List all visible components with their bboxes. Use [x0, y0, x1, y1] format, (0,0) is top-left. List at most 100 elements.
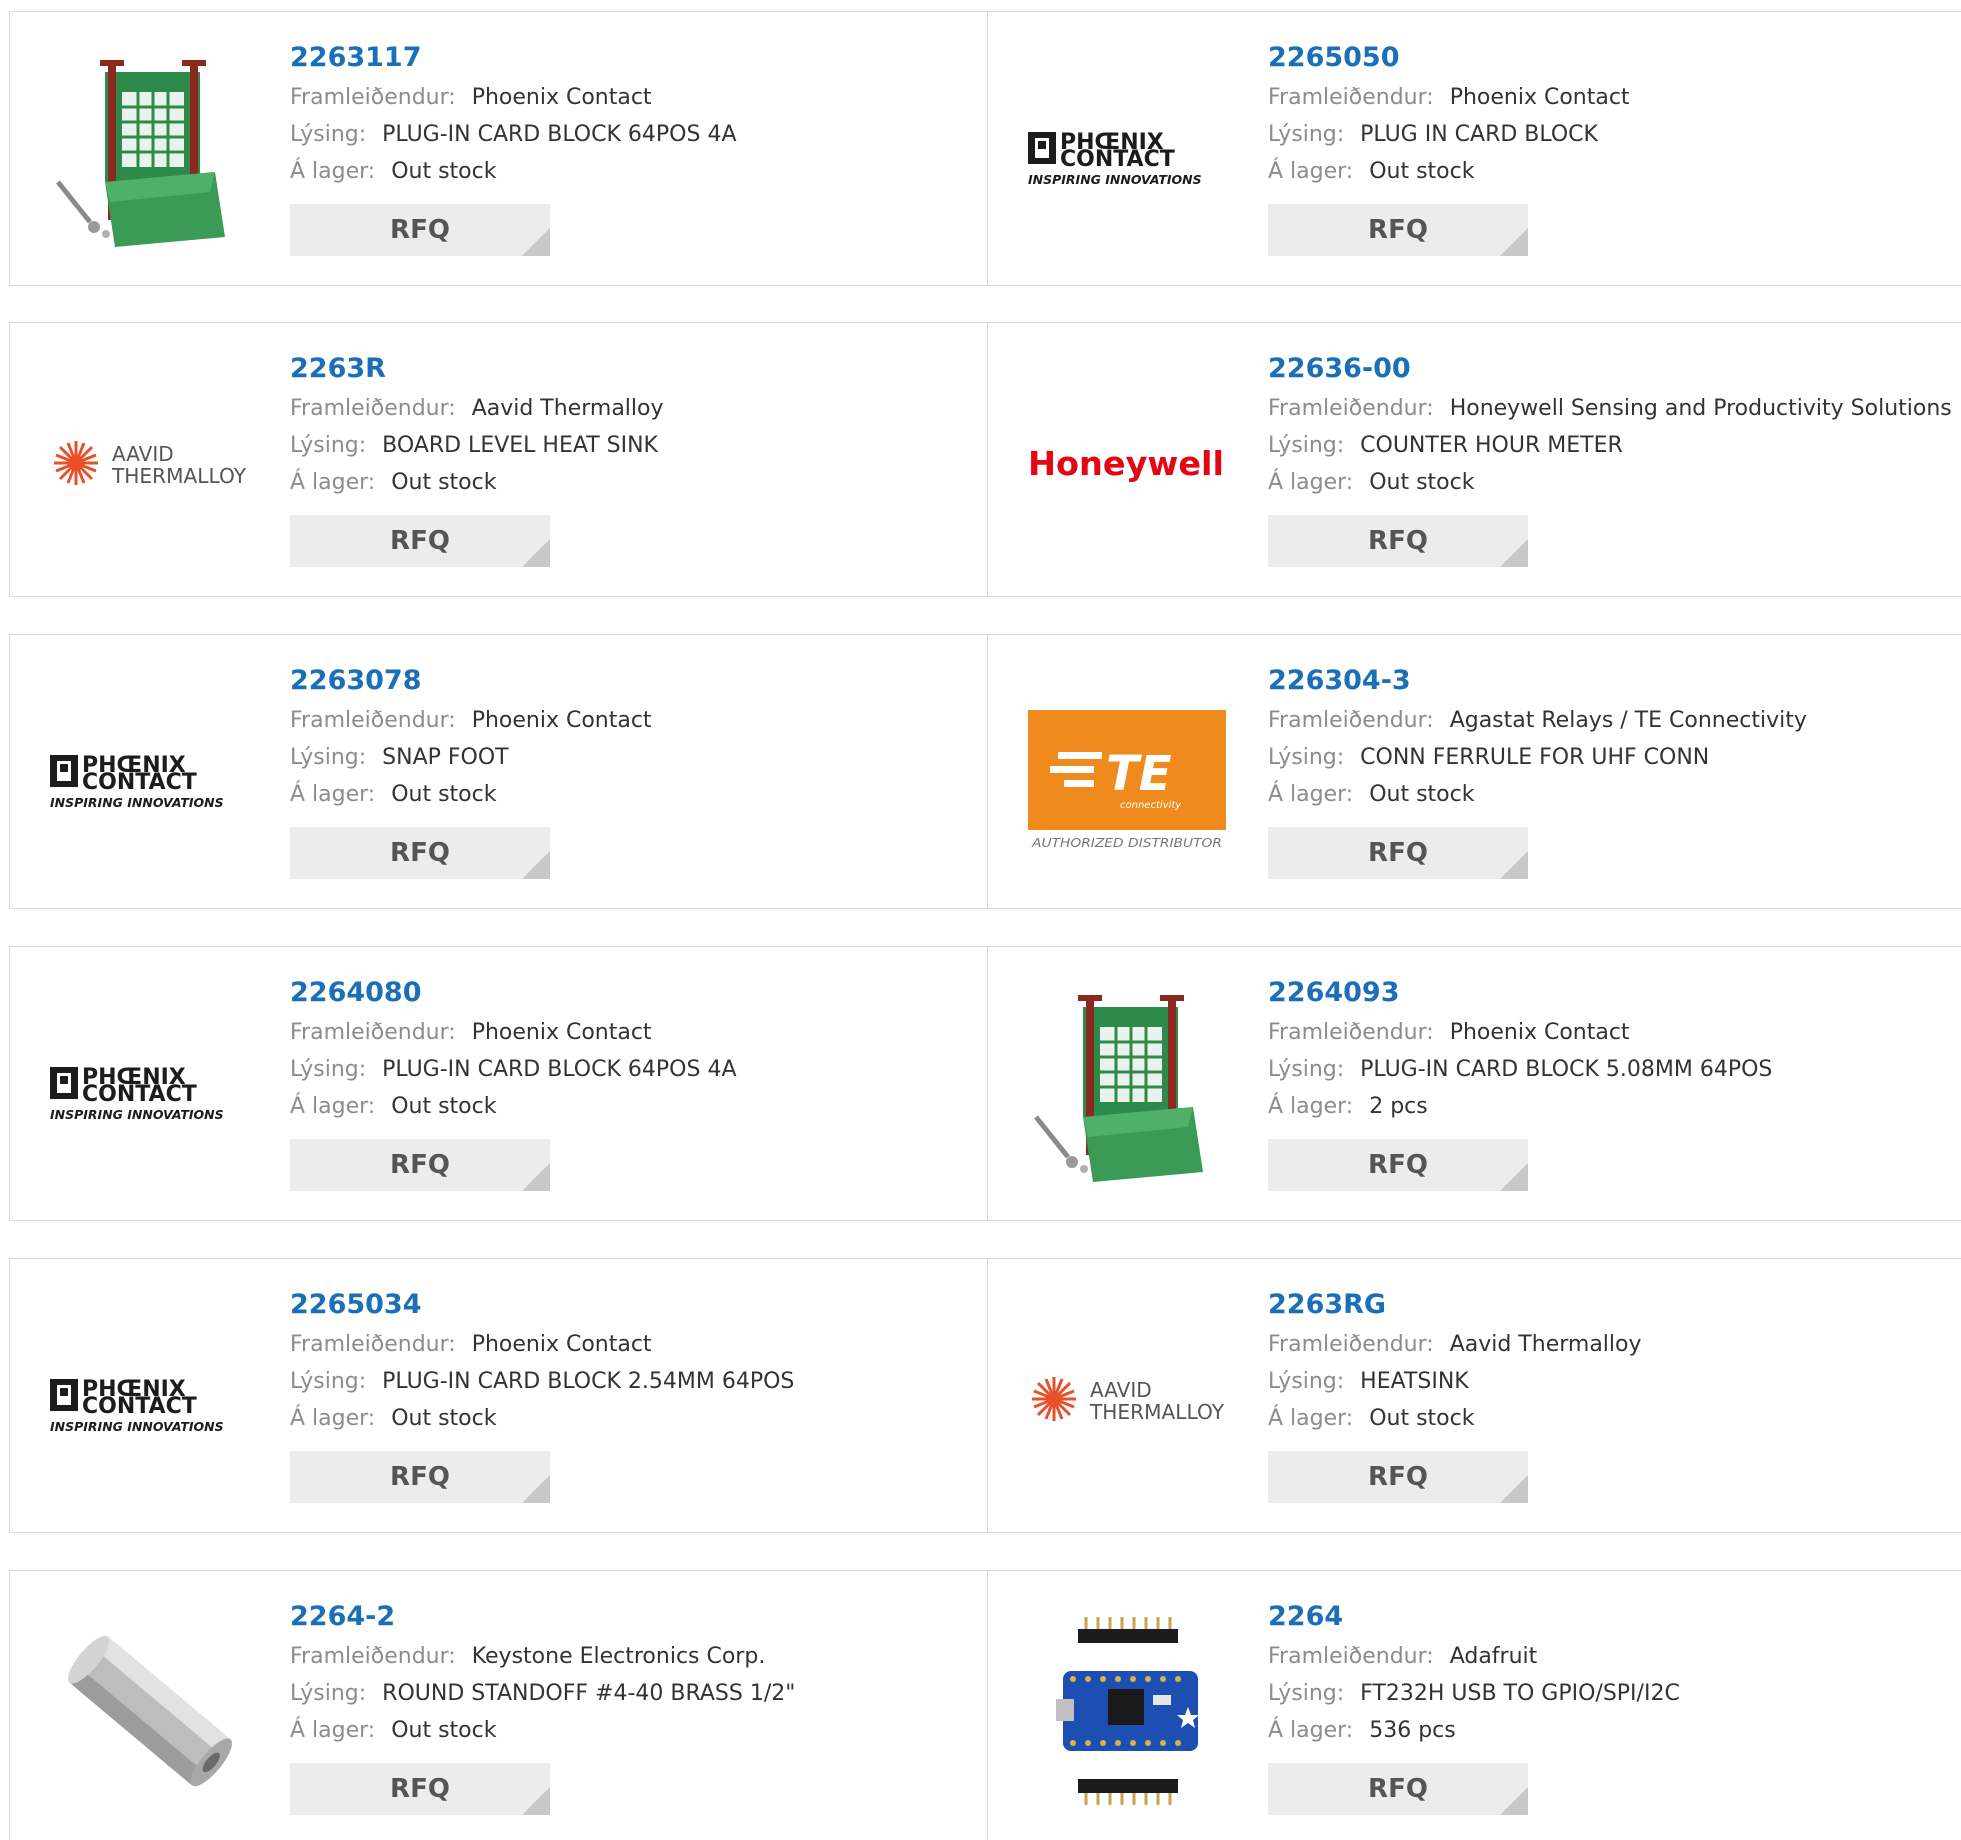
stock-label: Á lager:	[1268, 470, 1354, 495]
rfq-button[interactable]: RFQ	[1268, 1763, 1528, 1815]
product-card: AAVID THERMALLOY 2263R Framleiðendur: Aav…	[9, 322, 988, 597]
stock-row: Á lager: 2 pcs	[1268, 1095, 1951, 1119]
product-image[interactable]: PHŒNIX CONTACT INSPIRING INNOVATIONS	[50, 675, 250, 875]
manufacturer-label: Framleiðendur:	[1268, 1644, 1434, 1669]
rfq-button-label: RFQ	[390, 1462, 450, 1492]
manufacturer-label: Framleiðendur:	[290, 85, 456, 110]
rfq-button-label: RFQ	[1368, 215, 1428, 245]
svg-text:CONTACT: CONTACT	[82, 1394, 197, 1419]
part-number-link[interactable]: 2264	[1268, 1601, 1951, 1633]
stock-row: Á lager: 536 pcs	[1268, 1719, 1951, 1743]
description-row: Lýsing: PLUG-IN CARD BLOCK 5.08MM 64POS	[1268, 1058, 1951, 1082]
product-image[interactable]	[50, 52, 250, 252]
svg-text:THERMALLOY: THERMALLOY	[111, 464, 247, 488]
manufacturer-row: Framleiðendur: Aavid Thermalloy	[290, 397, 977, 421]
product-image[interactable]: PHŒNIX CONTACT INSPIRING INNOVATIONS	[50, 987, 250, 1187]
part-number-link[interactable]: 2263117	[290, 42, 977, 74]
part-number-link[interactable]: 22636-00	[1268, 353, 1951, 385]
product-card: 2263117 Framleiðendur: Phoenix Contact Lý…	[9, 11, 988, 286]
description-label: Lýsing:	[290, 1057, 367, 1082]
description-row: Lýsing: COUNTER HOUR METER	[1268, 434, 1951, 458]
product-card: TE connectivity AUTHORIZED DISTRIBUTOR 2…	[987, 634, 1961, 909]
manufacturer-row: Framleiðendur: Phoenix Contact	[290, 86, 977, 110]
description-row: Lýsing: BOARD LEVEL HEAT SINK	[290, 434, 977, 458]
card-block-photo	[1028, 987, 1228, 1187]
part-number-link[interactable]: 2264-2	[290, 1601, 977, 1633]
part-number-link[interactable]: 2263R	[290, 353, 977, 385]
rfq-button[interactable]: RFQ	[1268, 1139, 1528, 1191]
part-number-link[interactable]: 2264080	[290, 977, 977, 1009]
description-label: Lýsing:	[1268, 122, 1345, 147]
stock-value: Out stock	[1369, 470, 1475, 495]
svg-text:INSPIRING INNOVATIONS: INSPIRING INNOVATIONS	[1028, 172, 1202, 187]
honeywell-logo: Honeywell	[1028, 444, 1224, 483]
description-row: Lýsing: PLUG-IN CARD BLOCK 64POS 4A	[290, 123, 977, 147]
description-label: Lýsing:	[1268, 433, 1345, 458]
description-value: SNAP FOOT	[382, 745, 509, 770]
product-card: Honeywell 22636-00 Framleiðendur: Honeywe…	[987, 322, 1961, 597]
description-label: Lýsing:	[1268, 1681, 1345, 1706]
rfq-button-label: RFQ	[390, 215, 450, 245]
te-connectivity-logo: TE connectivity AUTHORIZED DISTRIBUTOR	[1028, 710, 1226, 850]
rfq-button[interactable]: RFQ	[1268, 515, 1528, 567]
manufacturer-label: Framleiðendur:	[1268, 1020, 1434, 1045]
rfq-button[interactable]: RFQ	[290, 1139, 550, 1191]
part-number-link[interactable]: 2264093	[1268, 977, 1951, 1009]
product-grid: 2263117 Framleiðendur: Phoenix Contact Lý…	[0, 0, 1961, 1840]
rfq-button[interactable]: RFQ	[1268, 204, 1528, 256]
manufacturer-value: Phoenix Contact	[1449, 1020, 1630, 1045]
product-image[interactable]	[50, 1611, 250, 1811]
stock-label: Á lager:	[290, 782, 376, 807]
product-image[interactable]: AAVID THERMALLOY	[50, 363, 250, 563]
aavid-thermalloy-logo: AAVID THERMALLOY	[54, 441, 247, 488]
stock-value: 536 pcs	[1369, 1718, 1456, 1743]
stock-label: Á lager:	[1268, 782, 1354, 807]
manufacturer-label: Framleiðendur:	[1268, 396, 1434, 421]
rfq-button[interactable]: RFQ	[290, 1763, 550, 1815]
manufacturer-value: Phoenix Contact	[471, 1332, 652, 1357]
stock-row: Á lager: Out stock	[290, 1095, 977, 1119]
part-number-link[interactable]: 226304-3	[1268, 665, 1951, 697]
product-image[interactable]: PHŒNIX CONTACT INSPIRING INNOVATIONS	[1028, 52, 1228, 252]
product-image[interactable]: Honeywell	[1028, 363, 1228, 563]
rfq-button[interactable]: RFQ	[1268, 827, 1528, 879]
rfq-button[interactable]: RFQ	[290, 204, 550, 256]
product-image[interactable]: AAVID THERMALLOY	[1028, 1299, 1228, 1499]
rfq-button[interactable]: RFQ	[290, 515, 550, 567]
product-image[interactable]	[1028, 1611, 1228, 1811]
stock-row: Á lager: Out stock	[290, 471, 977, 495]
breakout-board-photo	[1056, 1617, 1199, 1805]
manufacturer-value: Keystone Electronics Corp.	[471, 1644, 766, 1669]
phoenix-contact-logo: PHŒNIX CONTACT INSPIRING INNOVATIONS	[50, 753, 224, 810]
svg-text:CONTACT: CONTACT	[82, 770, 197, 795]
svg-text:AUTHORIZED DISTRIBUTOR: AUTHORIZED DISTRIBUTOR	[1031, 836, 1222, 850]
part-number-link[interactable]: 2263078	[290, 665, 977, 697]
part-number-link[interactable]: 2263RG	[1268, 1289, 1951, 1321]
manufacturer-value: Aavid Thermalloy	[1449, 1332, 1642, 1357]
manufacturer-row: Framleiðendur: Phoenix Contact	[290, 1333, 977, 1357]
svg-text:TE: TE	[1106, 746, 1172, 802]
part-number-link[interactable]: 2265034	[290, 1289, 977, 1321]
manufacturer-label: Framleiðendur:	[290, 708, 456, 733]
manufacturer-row: Framleiðendur: Phoenix Contact	[1268, 86, 1951, 110]
description-row: Lýsing: PLUG-IN CARD BLOCK 64POS 4A	[290, 1058, 977, 1082]
part-number-link[interactable]: 2265050	[1268, 42, 1951, 74]
rfq-button[interactable]: RFQ	[1268, 1451, 1528, 1503]
rfq-button[interactable]: RFQ	[290, 1451, 550, 1503]
description-label: Lýsing:	[290, 745, 367, 770]
card-block-photo	[50, 52, 250, 252]
manufacturer-row: Framleiðendur: Aavid Thermalloy	[1268, 1333, 1951, 1357]
phoenix-contact-logo: PHŒNIX CONTACT INSPIRING INNOVATIONS	[50, 1065, 224, 1122]
product-image[interactable]: PHŒNIX CONTACT INSPIRING INNOVATIONS	[50, 1299, 250, 1499]
stock-row: Á lager: Out stock	[1268, 783, 1951, 807]
rfq-button-label: RFQ	[390, 526, 450, 556]
stock-label: Á lager:	[290, 1406, 376, 1431]
description-label: Lýsing:	[290, 433, 367, 458]
description-row: Lýsing: CONN FERRULE FOR UHF CONN	[1268, 746, 1951, 770]
description-row: Lýsing: PLUG-IN CARD BLOCK 2.54MM 64POS	[290, 1370, 977, 1394]
rfq-button-label: RFQ	[1368, 526, 1428, 556]
product-image[interactable]	[1028, 987, 1228, 1187]
rfq-button[interactable]: RFQ	[290, 827, 550, 879]
rfq-button-label: RFQ	[390, 838, 450, 868]
product-image[interactable]: TE connectivity AUTHORIZED DISTRIBUTOR	[1028, 675, 1228, 875]
